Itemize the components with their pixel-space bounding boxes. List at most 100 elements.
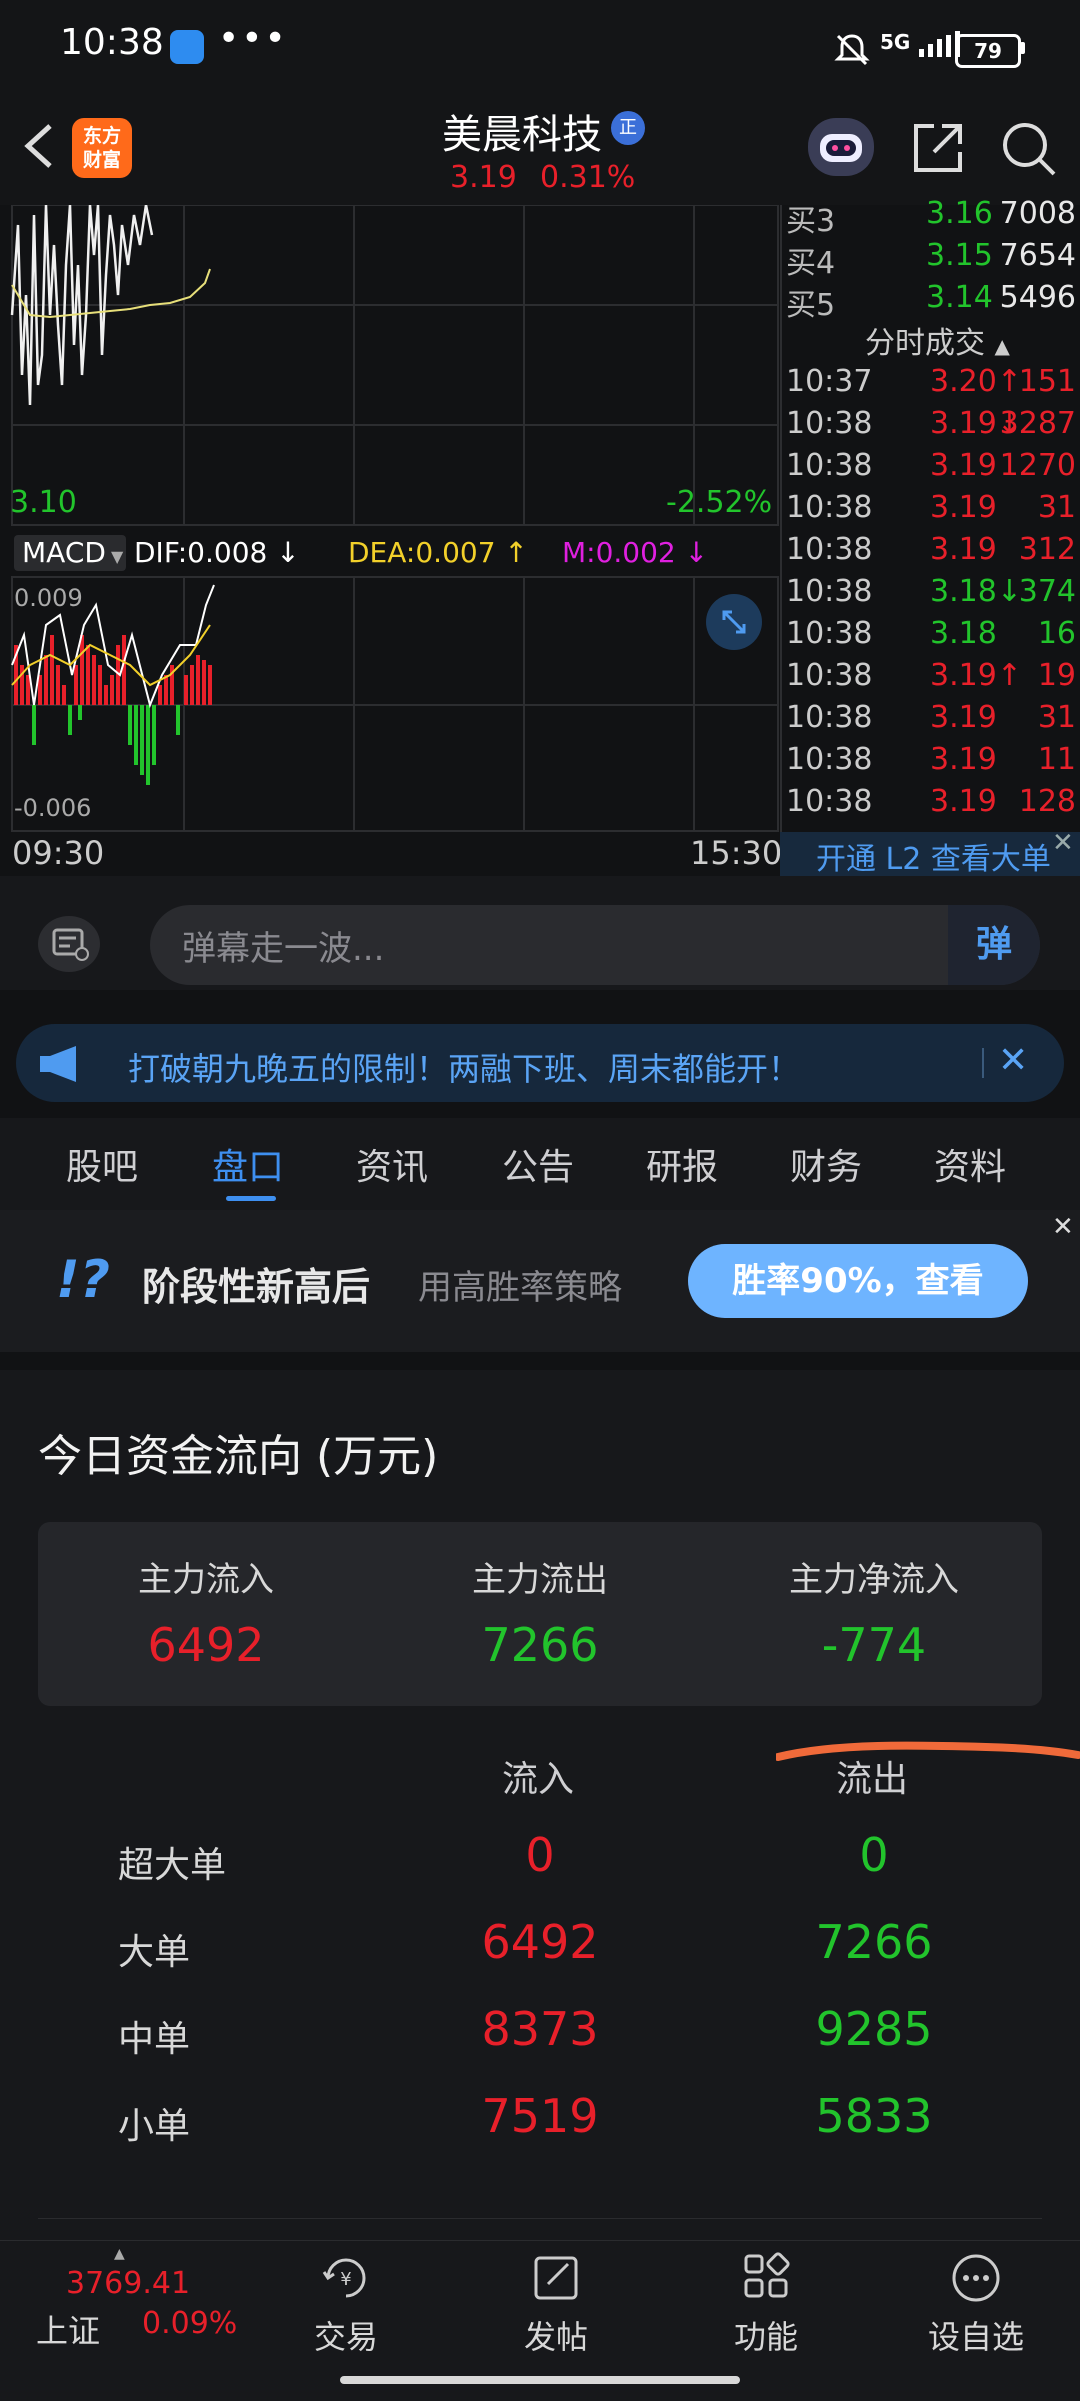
promo-button[interactable]: 胜率90%，查看 [688,1244,1028,1318]
trade-volume: 1270 [999,448,1076,483]
fund-flow-row-out: 9285 [815,2002,933,2056]
search-icon[interactable] [998,118,1058,182]
price-low-label: 3.10 [10,485,77,520]
chart-time-start: 09:30 [12,834,105,872]
nav-label-0[interactable]: 交易 [266,2312,426,2358]
trade-time: 10:38 [786,490,873,525]
dea-value: DEA:0.007 ↑ [348,536,528,569]
m-text: M:0.002 [562,536,676,569]
danmu-settings-icon[interactable] [38,916,100,972]
trade-volume: 31 [1037,490,1076,525]
trade-price-value: 3.19 [930,490,997,525]
close-icon[interactable]: ✕ [998,1040,1028,1081]
buy-level-price: 3.14 [926,280,993,315]
promo-subtitle: 用高胜率策略 [418,1268,622,1308]
stock-name-text: 美晨科技 [442,112,602,158]
caret-up-icon: ▲ [994,334,1010,358]
zheng-badge-icon: 正 [611,111,645,145]
tab-3[interactable]: 公告 [502,1138,574,1190]
network-type: 5G [880,30,911,54]
orange-annotation-stroke [774,1733,1080,1767]
edit-icon[interactable] [526,2250,586,2310]
nav-label-1[interactable]: 发帖 [476,2312,636,2358]
fund-flow-summary-value: 7266 [481,1618,599,1672]
status-time: 10:38 [60,22,164,63]
fund-flow-row-out: 0 [859,1828,889,1882]
tab-4[interactable]: 研报 [646,1138,718,1190]
danmu-send-button[interactable]: 弹 [948,905,1040,985]
trade-volume: 312 [1018,532,1076,567]
avg-price-line [11,268,211,319]
nav-label-2[interactable]: 功能 [686,2312,846,2358]
notice-text[interactable]: 打破朝九晚五的限制！两融下班、周末都能开！ [128,1044,800,1090]
signal-icon: 5G [880,30,965,57]
fund-flow-title: 今日资金流向 (万元) [38,1431,439,1482]
promo-exclaim-icon: !? [56,1250,110,1310]
trades-title[interactable]: 分时成交 ▲ [865,318,1010,362]
trade-price-value: 3.19 [930,742,997,777]
promo-title: 阶段性新高后 [142,1265,371,1309]
trade-price: 3.19 [930,784,997,819]
trade-time: 10:38 [786,658,873,693]
nav-label-3[interactable]: 设自选 [896,2312,1056,2358]
trade-price: 3.19 [930,700,997,735]
battery-tip [1020,42,1025,54]
trade-icon[interactable]: ¥ [316,2250,376,2310]
fund-flow-summary-label: 主力流入 [138,1560,274,1600]
trade-time: 10:38 [786,448,873,483]
trade-price-value: 3.19 [930,448,997,483]
fund-flow-summary [38,1522,1042,1706]
index-value[interactable]: 3769.41 [66,2266,190,2301]
fund-flow-row-out: 7266 [815,1915,933,1969]
fund-flow-row-label: 大单 [118,1932,191,1973]
buy-level-label: 买5 [786,288,836,323]
megaphone-icon [38,1046,86,1086]
trades-title-text: 分时成交 [865,326,985,361]
trade-price: 3.19 [930,532,997,567]
trade-price: 3.19 [930,448,997,483]
trade-time: 10:38 [786,700,873,735]
fund-flow-row-in: 7519 [481,2089,599,2143]
close-icon[interactable]: ✕ [1052,1212,1074,1242]
trade-price-value: 3.19 [930,700,997,735]
trade-time: 10:38 [786,742,873,777]
trade-price-value: 3.18 [930,616,997,651]
trade-volume: 31 [1037,700,1076,735]
close-icon[interactable]: ✕ [1052,828,1074,858]
more-icon[interactable] [946,2250,1006,2310]
trade-price-value: 3.19 [930,406,997,441]
grid-icon[interactable] [736,2250,796,2310]
fund-flow-summary-label: 主力净流入 [789,1560,959,1600]
buy-level-volume: 5496 [999,280,1076,315]
danmu-placeholder: 弹幕走一波... [182,929,385,969]
home-indicator[interactable] [340,2376,740,2384]
macd-max-label: 0.009 [14,584,83,612]
buy-level-price: 3.16 [926,196,993,231]
notice-divider [982,1048,984,1078]
tab-2[interactable]: 资讯 [356,1138,428,1190]
trade-time: 10:38 [786,784,873,819]
trade-time: 10:38 [786,532,873,567]
trade-price: 3.19 [930,490,997,525]
tab-6[interactable]: 资料 [934,1138,1006,1190]
l2-link[interactable]: 开通 L2 查看大单 [816,834,1051,878]
battery-icon: 79 [955,34,1021,68]
fund-flow-row-in: 6492 [481,1915,599,1969]
robot-assistant-icon[interactable] [808,118,874,176]
dropdown-icon: ▼ [105,547,124,566]
tab-active[interactable]: 盘口 [212,1138,284,1190]
fund-flow-row-label: 中单 [118,2019,191,2060]
trade-volume: 16 [1037,616,1076,651]
trade-volume: 128 [1018,784,1076,819]
share-icon[interactable] [908,118,968,182]
stock-change-pct: 0.31% [540,160,636,195]
expand-icon[interactable] [706,594,762,650]
index-name[interactable]: 上证 [36,2306,100,2352]
trade-price: 3.19 [930,742,997,777]
index-change-pct[interactable]: 0.09% [142,2306,237,2341]
macd-min-label: -0.006 [14,794,92,822]
tab-5[interactable]: 财务 [790,1138,862,1190]
trade-time: 10:38 [786,616,873,651]
macd-selector[interactable]: MACD ▼ [14,535,126,571]
tab-0[interactable]: 股吧 [66,1138,138,1190]
